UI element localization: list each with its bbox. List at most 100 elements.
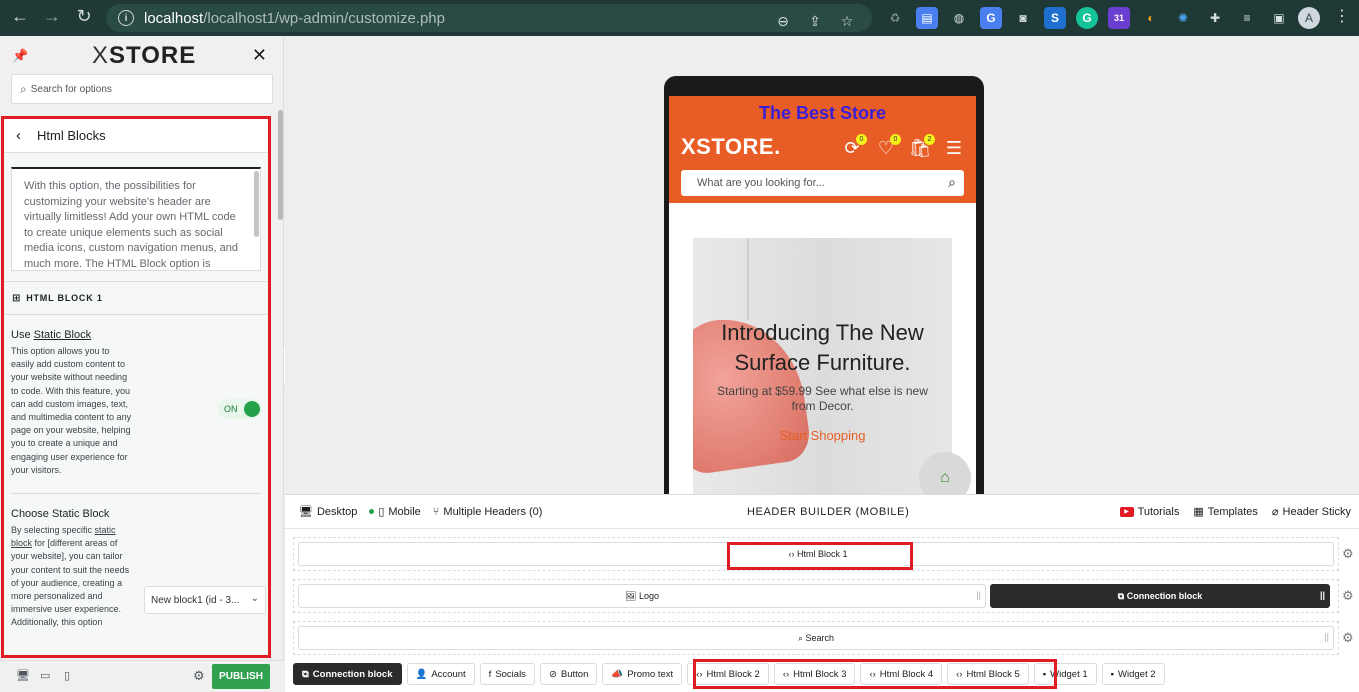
choose-static-block-description: By selecting specific static block for [… — [11, 525, 130, 628]
url-path: /localhost1/wp-admin/customize.php — [203, 9, 445, 27]
product-search-input[interactable]: What are you looking for... ⌕ — [681, 170, 964, 196]
publish-button[interactable]: PUBLISH — [212, 664, 270, 689]
back-arrow-icon[interactable]: ← — [4, 6, 36, 27]
puzzle-icon[interactable]: ✚ — [1204, 7, 1226, 29]
sidebar-footer: 🖥 ▭ ▯ ⚙ PUBLISH — [0, 660, 284, 692]
sidebar-scrollbar[interactable] — [278, 110, 283, 220]
browser-menu-icon[interactable]: ⋮ — [1334, 6, 1350, 26]
camera-icon[interactable]: ◙ — [1012, 7, 1034, 29]
mobile-preview-icon[interactable]: ▯ — [64, 669, 70, 682]
description-box[interactable]: With this option, the possibilities for … — [11, 167, 261, 271]
logo-element[interactable]: 🖼 Logo || — [298, 584, 986, 608]
profile-avatar[interactable]: A — [1298, 7, 1320, 29]
desktop-tab[interactable]: 🖥 Desktop — [299, 505, 357, 519]
use-static-block-title: Use Static Block — [11, 329, 92, 341]
multiple-headers-tab[interactable]: ⑂ Multiple Headers (0) — [433, 505, 543, 518]
branch-icon: ⑂ — [432, 505, 440, 518]
sticky-icon: ⌀ — [1271, 506, 1279, 518]
html-block-text: The Best Store — [758, 103, 887, 123]
gear-icon[interactable]: ⚙ — [193, 668, 205, 684]
menu-icon[interactable]: ☰ — [944, 138, 964, 158]
sidepanel-icon[interactable]: ▣ — [1268, 7, 1290, 29]
globe-icon[interactable]: ◍ — [948, 7, 970, 29]
calendar-extension-icon[interactable]: 31 — [1108, 7, 1130, 29]
search-icon[interactable]: ⌕ — [948, 174, 956, 191]
header-sticky-link[interactable]: ⌀ Header Sticky — [1271, 505, 1351, 519]
static-block-link[interactable]: Static Block — [34, 329, 91, 341]
chevron-down-icon: ⌄ — [250, 593, 259, 605]
docs-extension-icon[interactable]: ▤ — [916, 7, 938, 29]
zoom-icon[interactable]: ⊖ — [772, 10, 794, 32]
description-scrollbar[interactable] — [254, 171, 259, 237]
search-element[interactable]: ⌕ Search || — [298, 626, 1334, 650]
static-block-toggle[interactable]: ON — [218, 399, 262, 419]
choose-static-block-option: Choose Static Block By selecting specifi… — [4, 494, 268, 630]
info-icon[interactable]: i — [118, 10, 134, 26]
hero-title: Introducing The New Surface Furniture. — [721, 320, 924, 375]
highlight-html-blocks-2-5 — [693, 659, 1057, 689]
wishlist-heart-icon[interactable]: ♡ 0 — [876, 134, 901, 158]
pool-element-socials[interactable]: f Socials — [479, 663, 535, 685]
reload-icon[interactable]: ↻ — [68, 6, 100, 27]
playlist-icon[interactable]: ≡ — [1236, 7, 1258, 29]
forward-arrow-icon[interactable]: → — [36, 6, 68, 27]
hero-banner: Introducing The New Surface Furniture. St… — [693, 238, 952, 494]
pool-element-account[interactable]: 👤 Account — [406, 663, 475, 685]
pool-element-widget-2[interactable]: ▪ Widget 2 — [1101, 663, 1165, 685]
options-search-input[interactable]: ⌕ Search for options — [11, 74, 273, 104]
mobile-header: The Best Store XSTORE. ⟳ 0 ♡ 0 🛍 2 ☰ What a… — [669, 96, 976, 203]
grammarly-icon[interactable]: G — [1076, 7, 1098, 29]
stack-icon: ⧉ — [1117, 590, 1127, 601]
phone-frame: The Best Store XSTORE. ⟳ 0 ♡ 0 🛍 2 ☰ What a… — [664, 76, 984, 494]
static-block-select[interactable]: New block1 (id - 3... ⌄ — [144, 586, 266, 615]
compare-icon[interactable]: ⟳ 0 — [842, 134, 867, 158]
product-search-placeholder: What are you looking for... — [697, 177, 825, 189]
row-settings-gear-icon[interactable]: ⚙ — [1342, 546, 1354, 562]
spiral-extension-icon[interactable]: ✺ — [1172, 7, 1194, 29]
store-logo[interactable]: XSTORE. — [681, 134, 781, 160]
pool-element-promo-text[interactable]: 📣 Promo text — [602, 663, 683, 685]
translate-extension-icon[interactable]: G — [980, 7, 1002, 29]
row-settings-gear-icon[interactable]: ⚙ — [1342, 630, 1354, 646]
pin-icon[interactable]: 📌 — [12, 48, 28, 64]
connection-block-element[interactable]: ⧉ Connection block || — [990, 584, 1330, 608]
share-icon[interactable]: ⇪ — [804, 10, 826, 32]
templates-link[interactable]: ▦ Templates — [1193, 505, 1258, 519]
html-block-section-heading: ⊞ HTML BLOCK 1 — [4, 281, 268, 315]
recycle-icon[interactable]: ♻ — [884, 7, 906, 29]
address-bar[interactable]: i localhost /localhost1/wp-admin/customi… — [106, 4, 872, 32]
user-icon: 👤 — [415, 668, 428, 680]
row-settings-gear-icon[interactable]: ⚙ — [1342, 588, 1354, 604]
cart-badge: 2 — [924, 134, 935, 145]
close-icon[interactable]: ✕ — [252, 45, 267, 66]
mobile-tab[interactable]: ▯ Mobile — [369, 505, 421, 518]
pool-element-label: Account — [431, 668, 466, 680]
pool-element-label: Connection block — [312, 668, 393, 680]
home-icon[interactable]: ⌂ — [919, 452, 971, 494]
choose-static-block-title: Choose Static Block — [11, 508, 110, 521]
pool-element-button[interactable]: ⊘ Button — [539, 663, 598, 685]
youtube-icon: ▶ — [1119, 506, 1134, 517]
html-blocks-panel: ‹ Html Blocks With this option, the poss… — [1, 116, 271, 658]
start-shopping-link[interactable]: Start Shopping — [693, 428, 952, 443]
star-icon[interactable]: ☆ — [836, 10, 858, 32]
builder-row-bottom: ⌕ Search || — [293, 621, 1339, 655]
pool-element-connection-block[interactable]: ⧉ Connection block — [293, 663, 402, 685]
pool-element-label: Button — [560, 668, 589, 680]
tutorials-link[interactable]: ▶ Tutorials — [1119, 505, 1179, 518]
search-icon: ⌕ — [20, 81, 27, 96]
desktop-preview-icon[interactable]: 🖥 — [16, 669, 30, 682]
url-host: localhost — [144, 9, 204, 27]
drag-handle: || — [976, 590, 981, 600]
s-extension-icon[interactable]: S — [1044, 7, 1066, 29]
builder-row-middle: 🖼 Logo || ⧉ Connection block || — [293, 579, 1339, 613]
cart-bag-icon[interactable]: 🛍 2 — [909, 134, 935, 158]
back-chevron-icon[interactable]: ‹ — [16, 127, 21, 144]
pool-element-label: Socials — [495, 668, 526, 680]
hero-subtitle: Starting at $59.99 See what else is new f… — [717, 384, 928, 413]
search-placeholder: Search for options — [30, 83, 112, 95]
tablet-preview-icon[interactable]: ▭ — [40, 669, 50, 682]
builder-title: HEADER BUILDER (MOBILE) — [747, 506, 910, 518]
moon-extension-icon[interactable]: ◐ — [1140, 7, 1162, 29]
phone-screen: The Best Store XSTORE. ⟳ 0 ♡ 0 🛍 2 ☰ What a… — [669, 96, 976, 494]
